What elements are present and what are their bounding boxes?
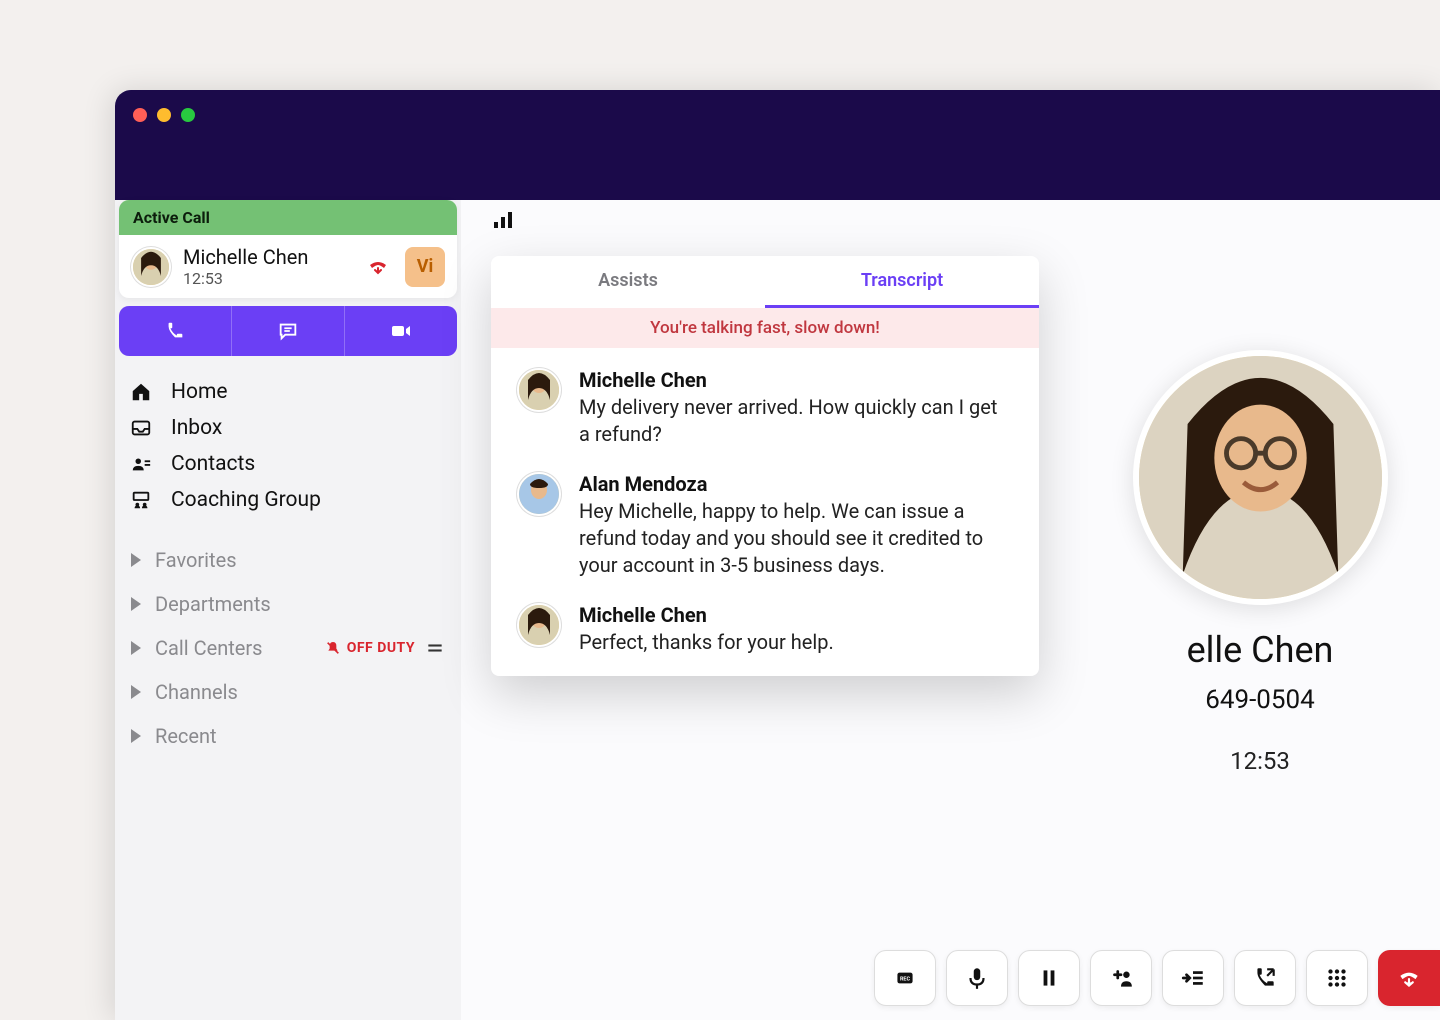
content-area: Active Call Michelle Chen 12:53 Vi (115, 200, 1440, 1020)
app-window: Active Call Michelle Chen 12:53 Vi (115, 90, 1440, 1020)
active-call-header: Active Call (119, 200, 457, 235)
record-button[interactable]: REC (874, 950, 936, 1006)
section-label: Favorites (155, 548, 237, 572)
nav-contacts[interactable]: Contacts (123, 446, 453, 482)
maximize-window-button[interactable] (181, 108, 195, 122)
coaching-icon (129, 489, 153, 511)
hangup-icon[interactable] (363, 252, 393, 282)
section-favorites[interactable]: Favorites (123, 538, 453, 582)
call-controls: REC (860, 936, 1440, 1020)
home-icon (129, 381, 153, 403)
transcript-message: Michelle Chen Perfect, thanks for your h… (517, 603, 1013, 656)
call-timer: 12:53 (183, 269, 351, 288)
speaker-avatar (517, 603, 561, 647)
active-call-card[interactable]: Active Call Michelle Chen 12:53 Vi (119, 200, 457, 298)
caret-icon (131, 729, 141, 743)
nav-label: Home (171, 380, 228, 404)
active-call-body: Michelle Chen 12:53 Vi (119, 235, 457, 298)
transcript-message: Michelle Chen My delivery never arrived.… (517, 368, 1013, 448)
speaker-avatar (517, 368, 561, 412)
tab-assists[interactable]: Assists (491, 256, 765, 308)
nav-coaching-group[interactable]: Coaching Group (123, 482, 453, 518)
popover-tabs: Assists Transcript (491, 256, 1039, 308)
caret-icon (131, 685, 141, 699)
section-channels[interactable]: Channels (123, 670, 453, 714)
caller-avatar (131, 247, 171, 287)
transcript-message: Alan Mendoza Hey Michelle, happy to help… (517, 472, 1013, 579)
section-departments[interactable]: Departments (123, 582, 453, 626)
sidebar: Active Call Michelle Chen 12:53 Vi (115, 200, 461, 1020)
section-label: Departments (155, 592, 271, 616)
transcript-messages: Michelle Chen My delivery never arrived.… (491, 348, 1039, 676)
signal-strength-icon[interactable] (491, 208, 515, 236)
nav-home[interactable]: Home (123, 374, 453, 410)
caret-icon (131, 641, 141, 655)
minimize-window-button[interactable] (157, 108, 171, 122)
nav-inbox[interactable]: Inbox (123, 410, 453, 446)
contacts-icon (129, 453, 153, 475)
contact-name: elle Chen (1187, 629, 1334, 671)
coaching-alert: You're talking fast, slow down! (491, 308, 1039, 348)
channel-tabs (119, 306, 457, 356)
inbox-icon (129, 417, 153, 439)
transfer-button[interactable] (1162, 950, 1224, 1006)
nav-label: Inbox (171, 416, 222, 440)
off-duty-badge: OFF DUTY (325, 640, 415, 656)
chat-tab[interactable] (232, 306, 345, 356)
main-panel: elle Chen 649-0504 12:53 Assists Transcr… (461, 200, 1440, 1020)
video-tab[interactable] (345, 306, 457, 356)
bell-off-icon (325, 640, 341, 656)
section-label: Channels (155, 680, 238, 704)
nav-label: Coaching Group (171, 488, 321, 512)
traffic-lights (133, 108, 195, 122)
section-recent[interactable]: Recent (123, 714, 453, 758)
section-label: Recent (155, 724, 217, 748)
speaker-avatar (517, 472, 561, 516)
svg-text:REC: REC (900, 977, 911, 983)
speaker-name: Alan Mendoza (579, 472, 1013, 496)
close-window-button[interactable] (133, 108, 147, 122)
message-text: Hey Michelle, happy to help. We can issu… (579, 498, 1013, 579)
transcript-popover: Assists Transcript You're talking fast, … (491, 256, 1039, 676)
caret-icon (131, 553, 141, 567)
dialpad-button[interactable] (1306, 950, 1368, 1006)
add-participant-button[interactable] (1090, 950, 1152, 1006)
tab-transcript[interactable]: Transcript (765, 256, 1039, 308)
drag-handle-icon[interactable] (425, 638, 445, 658)
caret-icon (131, 597, 141, 611)
speaker-name: Michelle Chen (579, 368, 1013, 392)
contact-card: elle Chen 649-0504 12:53 (1050, 350, 1440, 775)
end-call-button[interactable] (1378, 950, 1440, 1006)
voice-tab[interactable] (119, 306, 232, 356)
collapsible-sections: Favorites Departments Call Centers OFF D… (115, 528, 461, 768)
hold-button[interactable] (1018, 950, 1080, 1006)
caller-name: Michelle Chen (183, 245, 351, 269)
section-label: Call Centers (155, 636, 263, 660)
vi-badge[interactable]: Vi (405, 247, 445, 287)
contact-phone: 649-0504 (1205, 685, 1314, 715)
contact-timer: 12:53 (1230, 747, 1290, 775)
titlebar (115, 90, 1440, 200)
nav-label: Contacts (171, 452, 255, 476)
contact-avatar-large (1133, 350, 1388, 605)
mute-button[interactable] (946, 950, 1008, 1006)
message-text: Perfect, thanks for your help. (579, 629, 1013, 656)
section-call-centers[interactable]: Call Centers OFF DUTY (123, 626, 453, 670)
callback-button[interactable] (1234, 950, 1296, 1006)
speaker-name: Michelle Chen (579, 603, 1013, 627)
primary-nav: Home Inbox Contacts Coaching Group (115, 356, 461, 528)
message-text: My delivery never arrived. How quickly c… (579, 394, 1013, 448)
